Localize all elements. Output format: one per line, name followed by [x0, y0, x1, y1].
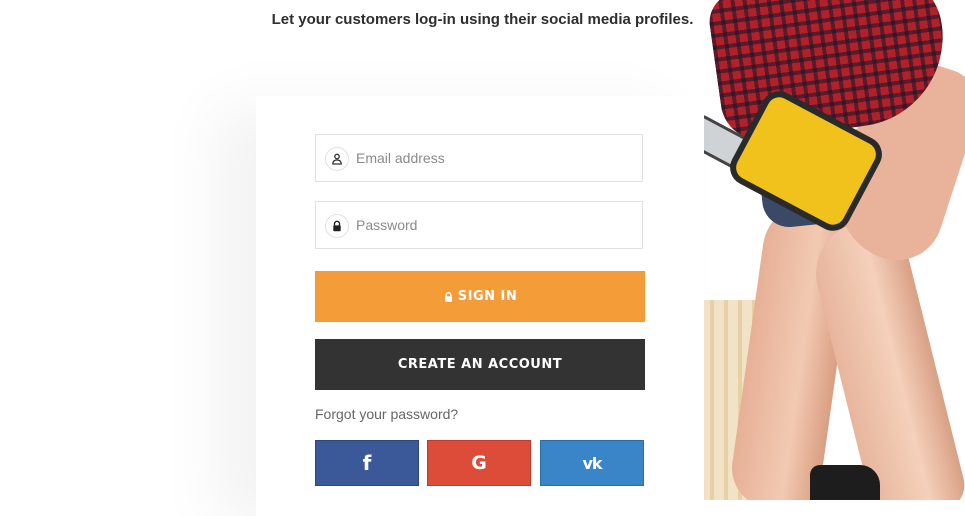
forgot-password-link[interactable]: Forgot your password?: [315, 406, 458, 422]
facebook-login-button[interactable]: f: [315, 440, 419, 486]
lock-icon: [444, 291, 452, 302]
create-account-button[interactable]: CREATE AN ACCOUNT: [315, 339, 645, 390]
create-account-label: CREATE AN ACCOUNT: [397, 357, 563, 372]
password-input[interactable]: [356, 202, 636, 248]
lock-icon: [325, 214, 349, 238]
user-icon: [325, 147, 349, 171]
email-input[interactable]: [356, 135, 636, 181]
vk-icon: vk: [582, 453, 602, 473]
sign-in-button[interactable]: SIGN IN: [315, 271, 645, 322]
sign-in-label: SIGN IN: [457, 289, 518, 304]
password-field[interactable]: [315, 201, 643, 249]
facebook-icon: f: [362, 451, 372, 475]
vk-login-button[interactable]: vk: [540, 440, 644, 486]
hero-photo: [660, 0, 965, 500]
google-login-button[interactable]: G: [427, 440, 531, 486]
email-field[interactable]: [315, 134, 643, 182]
google-icon: G: [471, 452, 487, 474]
